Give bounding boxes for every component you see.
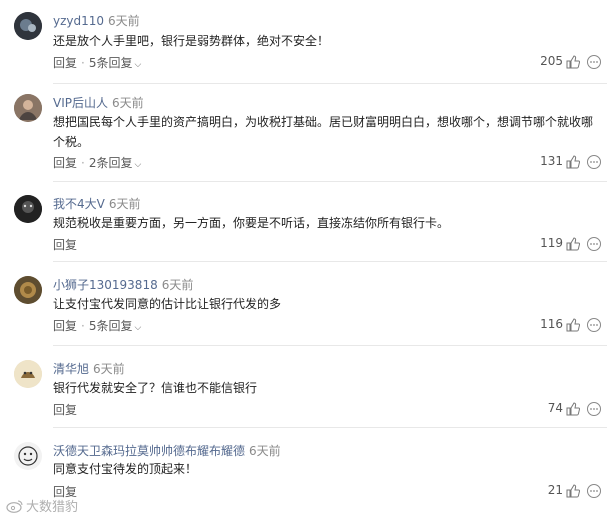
thumbs-up-icon[interactable] <box>566 402 580 416</box>
like-count: 131 <box>540 154 563 168</box>
user-line: yzyd110 6天前 <box>53 12 140 29</box>
comment-actions: 回复 · 5条回复 ⌵ <box>53 54 141 71</box>
comment-text: 想把国民每个人手里的资产搞明白，为收税打基础。居已财富明明白白，想收哪个，想调节… <box>53 115 594 149</box>
more-options-icon[interactable] <box>586 236 602 252</box>
reply-button[interactable]: 回复 <box>53 319 77 333</box>
thumbs-up-icon[interactable] <box>566 237 580 251</box>
more-options-icon[interactable] <box>586 154 602 170</box>
chevron-down-icon: ⌵ <box>134 323 142 333</box>
timestamp: 6天前 <box>93 362 125 376</box>
comment-item: 小狮子130193818 6天前 让支付宝代发同意的估计比让银行代发的多 回复 · 5… <box>0 262 607 346</box>
reply-button[interactable]: 回复 <box>53 403 77 417</box>
comment-item: VIP后山人 6天前 想把国民每个人手里的资产搞明白，为收税打基础。居已财富明明白… <box>0 84 607 182</box>
comment-item: 清华旭 6天前 银行代发就安全了？信谁也不能信银行 回复 74 <box>0 346 607 428</box>
thumbs-up-icon[interactable] <box>566 484 580 498</box>
comment-text: 规范税收是重要方面，另一方面，你要是不听话，直接冻结你所有银行卡。 <box>53 216 450 230</box>
avatar[interactable] <box>14 276 42 304</box>
avatar[interactable] <box>14 360 42 388</box>
thumbs-up-icon[interactable] <box>566 318 580 332</box>
username[interactable]: yzyd110 <box>53 14 104 28</box>
avatar[interactable] <box>14 195 42 223</box>
separator: · <box>81 319 85 333</box>
user-line: 沃德天卫森玛拉莫帅帅德布耀布耀德 6天前 <box>53 442 281 459</box>
user-line: 清华旭 6天前 <box>53 360 125 377</box>
username[interactable]: 小狮子130193818 <box>53 278 158 292</box>
avatar[interactable] <box>14 12 42 40</box>
chevron-down-icon: ⌵ <box>134 160 142 170</box>
like-count: 116 <box>540 317 563 331</box>
more-options-icon[interactable] <box>586 54 602 70</box>
comment-actions: 回复 <box>53 236 77 253</box>
timestamp: 6天前 <box>108 197 141 211</box>
user-line: 小狮子130193818 6天前 <box>53 276 193 293</box>
comment-item: yzyd110 6天前 还是放个人手里吧，银行是弱势群体，绝对不安全！ 回复 · 5条… <box>0 0 607 84</box>
reply-button[interactable]: 回复 <box>53 56 77 70</box>
avatar[interactable] <box>14 442 42 470</box>
username[interactable]: 清华旭 <box>53 362 89 376</box>
comment-item: 我不4大V 6天前 规范税收是重要方面，另一方面，你要是不听话，直接冻结你所有银行… <box>0 182 607 262</box>
user-line: 我不4大V 6天前 <box>53 195 141 212</box>
view-replies-button[interactable]: 5条回复 ⌵ <box>89 56 141 70</box>
comment-actions: 回复 · 2条回复 ⌵ <box>53 154 141 171</box>
replies-count: 5条回复 <box>88 56 133 70</box>
reply-button[interactable]: 回复 <box>53 156 77 170</box>
like-count: 119 <box>540 236 563 250</box>
thumbs-up-icon[interactable] <box>566 155 580 169</box>
separator: · <box>81 56 85 70</box>
username[interactable]: VIP后山人 <box>53 96 108 110</box>
user-line: VIP后山人 6天前 <box>53 94 144 111</box>
comment-text: 同意支付宝待发的顶起来！ <box>53 462 198 476</box>
timestamp: 6天前 <box>108 14 140 28</box>
timestamp: 6天前 <box>112 96 144 110</box>
view-replies-button[interactable]: 2条回复 ⌵ <box>89 156 141 170</box>
more-options-icon[interactable] <box>586 483 602 499</box>
timestamp: 6天前 <box>161 278 194 292</box>
comment-item: 沃德天卫森玛拉莫帅帅德布耀布耀德 6天前 同意支付宝待发的顶起来！ 回复 21 <box>0 428 607 518</box>
username[interactable]: 我不4大V <box>53 197 105 211</box>
comment-actions: 回复 · 5条回复 ⌵ <box>53 317 141 334</box>
username[interactable]: 沃德天卫森玛拉莫帅帅德布耀布耀德 <box>53 444 245 458</box>
replies-count: 2条回复 <box>88 156 133 170</box>
avatar[interactable] <box>14 94 42 122</box>
more-options-icon[interactable] <box>586 401 602 417</box>
comment-text: 让支付宝代发同意的估计比让银行代发的多 <box>53 297 282 311</box>
comment-actions: 回复 <box>53 401 77 418</box>
thumbs-up-icon[interactable] <box>566 55 580 69</box>
more-options-icon[interactable] <box>586 317 602 333</box>
comment-text: 银行代发就安全了？信谁也不能信银行 <box>53 381 258 395</box>
replies-count: 5条回复 <box>88 319 133 333</box>
watermark-text: 大数猎豹 <box>26 500 79 515</box>
timestamp: 6天前 <box>249 444 281 458</box>
comment-text: 还是放个人手里吧，银行是弱势群体，绝对不安全！ <box>53 34 330 48</box>
weibo-logo-icon <box>6 499 23 513</box>
like-count: 21 <box>547 483 563 497</box>
like-count: 205 <box>540 54 563 68</box>
view-replies-button[interactable]: 5条回复 ⌵ <box>89 319 141 333</box>
reply-button[interactable]: 回复 <box>53 238 77 252</box>
like-count: 74 <box>547 401 563 415</box>
separator: · <box>81 156 85 170</box>
chevron-down-icon: ⌵ <box>134 60 142 70</box>
watermark: 大数猎豹 <box>6 496 78 515</box>
